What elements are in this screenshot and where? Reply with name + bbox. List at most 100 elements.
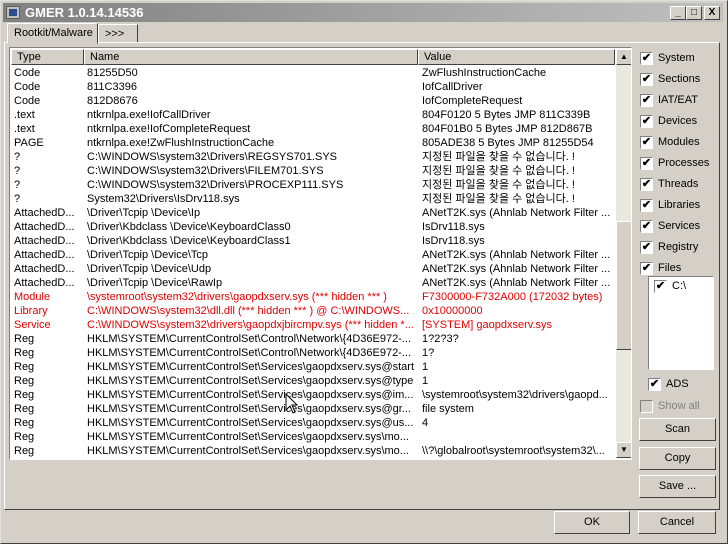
- cell-type: Reg: [14, 417, 35, 429]
- tab-rootkit-malware[interactable]: Rootkit/Malware: [7, 23, 98, 44]
- checkbox[interactable]: ✔: [640, 52, 653, 65]
- table-row[interactable]: AttachedD... \Driver\Kbdclass \Device\Key…: [11, 220, 615, 234]
- checkbox[interactable]: ✔: [640, 94, 653, 107]
- cancel-button[interactable]: Cancel: [638, 511, 716, 534]
- scroll-up-arrow-icon[interactable]: ▲: [616, 49, 631, 65]
- cell-type: ?: [14, 193, 21, 205]
- table-row[interactable]: Reg HKLM\SYSTEM\CurrentControlSet\Service…: [11, 444, 615, 458]
- close-button[interactable]: X: [704, 6, 720, 20]
- table-row[interactable]: Reg HKLM\SYSTEM\CurrentControlSet\Service…: [11, 430, 615, 444]
- cell-type: ?: [14, 165, 21, 177]
- checkbox[interactable]: ✔: [640, 136, 653, 149]
- cell-name: HKLM\SYSTEM\CurrentControlSet\Services\g…: [87, 431, 409, 443]
- tab-more[interactable]: >>>: [98, 24, 138, 43]
- table-row[interactable]: Code 812D8676 IofCompleteRequest: [11, 94, 615, 108]
- drive-checkbox[interactable]: ✔: [654, 280, 667, 293]
- cell-type: Library: [14, 305, 48, 317]
- checkbox[interactable]: ✔: [640, 178, 653, 191]
- table-row[interactable]: ? C:\WINDOWS\system32\Drivers\REGSYS701.S…: [11, 150, 615, 164]
- column-header-name[interactable]: Name: [84, 49, 418, 65]
- cell-type: Code: [14, 81, 41, 93]
- scan-button[interactable]: Scan: [639, 418, 716, 441]
- window-title: GMER 1.0.14.14536: [25, 5, 144, 20]
- cell-type: ?: [14, 151, 21, 163]
- table-row[interactable]: Code 81255D50 ZwFlushInstructionCache: [11, 66, 615, 80]
- option-label: Devices: [658, 115, 698, 127]
- table-row[interactable]: Library C:\WINDOWS\system32\dll.dll (*** …: [11, 304, 615, 318]
- scroll-down-arrow-icon[interactable]: ▼: [616, 442, 631, 458]
- cell-type: AttachedD...: [14, 235, 75, 247]
- table-row[interactable]: AttachedD... \Driver\Kbdclass \Device\Key…: [11, 234, 615, 248]
- save-button[interactable]: Save ...: [639, 475, 716, 498]
- cell-value: 0x10000000: [422, 305, 483, 317]
- option-label: Sections: [658, 73, 701, 85]
- cell-type: Module: [14, 291, 51, 303]
- cell-type: AttachedD...: [14, 263, 75, 275]
- column-header-type[interactable]: Type: [11, 49, 84, 65]
- table-row[interactable]: Reg HKLM\SYSTEM\CurrentControlSet\Control…: [11, 332, 615, 346]
- scrollbar-thumb[interactable]: [616, 221, 631, 350]
- cell-value: 1: [422, 361, 429, 373]
- option-label: Threads: [658, 178, 699, 190]
- cell-value: ANetT2K.sys (Ahnlab Network Filter ...: [422, 207, 611, 219]
- ok-button[interactable]: OK: [554, 511, 630, 534]
- show-all-checkbox[interactable]: [640, 400, 653, 413]
- table-row[interactable]: Reg HKLM\SYSTEM\CurrentControlSet\Service…: [11, 388, 615, 402]
- table-row[interactable]: PAGE ntkrnlpa.exe!ZwFlushInstructionCache…: [11, 136, 615, 150]
- app-icon: [6, 6, 20, 19]
- table-row[interactable]: Reg HKLM\SYSTEM\CurrentControlSet\Service…: [11, 360, 615, 374]
- cell-name: HKLM\SYSTEM\CurrentControlSet\Services\g…: [87, 403, 411, 415]
- table-row[interactable]: ? System32\Drivers\IsDrv118.sys 지정된 파일을 찾을…: [11, 192, 615, 206]
- cell-value: 1?: [422, 347, 435, 359]
- cell-name: ntkrnlpa.exe!IofCallDriver: [87, 109, 211, 121]
- cell-value: 지정된 파일을 찾을 수 없습니다. !: [422, 165, 575, 177]
- table-row[interactable]: Service C:\WINDOWS\system32\drivers\gaopd…: [11, 318, 615, 332]
- ads-checkbox[interactable]: ✔: [648, 378, 661, 391]
- maximize-button[interactable]: □: [686, 6, 702, 20]
- cell-name: HKLM\SYSTEM\CurrentControlSet\Control\Ne…: [87, 347, 412, 359]
- cell-type: AttachedD...: [14, 207, 75, 219]
- cell-name: \Driver\Kbdclass \Device\KeyboardClass0: [87, 221, 291, 233]
- cell-type: AttachedD...: [14, 277, 75, 289]
- table-row[interactable]: Reg HKLM\SYSTEM\CurrentControlSet\Service…: [11, 402, 615, 416]
- vertical-scrollbar[interactable]: ▲ ▼: [616, 49, 631, 458]
- drive-list[interactable]: ✔ C:\: [648, 276, 714, 370]
- cell-name: 81255D50: [87, 67, 138, 79]
- table-row[interactable]: AttachedD... \Driver\Tcpip \Device\Tcp ANe…: [11, 248, 615, 262]
- table-row[interactable]: Module \systemroot\system32\drivers\gaopd…: [11, 290, 615, 304]
- checkbox[interactable]: ✔: [640, 241, 653, 254]
- checkbox[interactable]: ✔: [640, 220, 653, 233]
- option-label: Services: [658, 220, 701, 232]
- table-row[interactable]: Reg HKLM\SYSTEM\CurrentControlSet\Service…: [11, 416, 615, 430]
- option-label: Registry: [658, 241, 699, 253]
- results-list[interactable]: Type Name Value Code 81255D50 ZwFlushInstr…: [9, 47, 632, 460]
- table-row[interactable]: Reg HKLM\SYSTEM\CurrentControlSet\Control…: [11, 346, 615, 360]
- cell-value: IsDrv118.sys: [422, 235, 485, 247]
- title-bar[interactable]: GMER 1.0.14.14536 _ □ X: [3, 3, 723, 22]
- checkbox[interactable]: ✔: [640, 73, 653, 86]
- checkbox[interactable]: ✔: [640, 157, 653, 170]
- checkbox[interactable]: ✔: [640, 199, 653, 212]
- checkbox[interactable]: ✔: [640, 262, 653, 275]
- table-row[interactable]: AttachedD... \Driver\Tcpip \Device\Ip ANet…: [11, 206, 615, 220]
- cell-value: \systemroot\system32\drivers\gaopd...: [422, 389, 608, 401]
- cell-name: HKLM\SYSTEM\CurrentControlSet\Services\g…: [87, 361, 415, 373]
- table-row[interactable]: Reg HKLM\SYSTEM\CurrentControlSet\Service…: [11, 374, 615, 388]
- checkbox[interactable]: ✔: [640, 115, 653, 128]
- cell-value: IofCompleteRequest: [422, 95, 523, 107]
- column-header-value[interactable]: Value: [418, 49, 615, 65]
- minimize-button[interactable]: _: [670, 6, 686, 20]
- cell-name: \Driver\Tcpip \Device\Udp: [87, 263, 212, 275]
- table-row[interactable]: AttachedD... \Driver\Tcpip \Device\Udp ANe…: [11, 262, 615, 276]
- ads-label: ADS: [666, 378, 689, 390]
- option-label: System: [658, 52, 695, 64]
- table-row[interactable]: AttachedD... \Driver\Tcpip \Device\RawIp A…: [11, 276, 615, 290]
- copy-button[interactable]: Copy: [639, 447, 716, 470]
- table-row[interactable]: .text ntkrnlpa.exe!IofCallDriver 804F0120 …: [11, 108, 615, 122]
- table-row[interactable]: ? C:\WINDOWS\system32\Drivers\PROCEXP111.…: [11, 178, 615, 192]
- show-all-label: Show all: [658, 400, 700, 412]
- table-row[interactable]: ? C:\WINDOWS\system32\Drivers\FILEM701.SY…: [11, 164, 615, 178]
- option-label: IAT/EAT: [658, 94, 698, 106]
- table-row[interactable]: .text ntkrnlpa.exe!IofCompleteRequest 804F…: [11, 122, 615, 136]
- table-row[interactable]: Code 811C3396 IofCallDriver: [11, 80, 615, 94]
